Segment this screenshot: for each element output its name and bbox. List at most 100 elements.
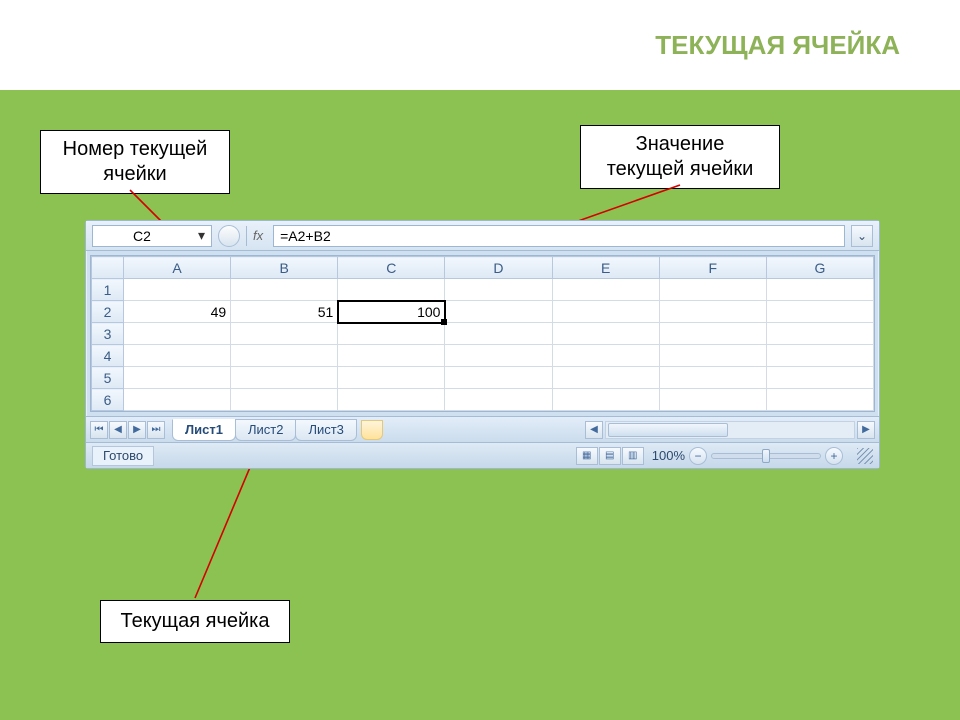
- sheet-tab-1[interactable]: Лист1: [172, 419, 236, 441]
- status-bar: Готово ▦ ▤ ▥ 100% − +: [86, 442, 879, 468]
- excel-window: C2 ▾ fx =A2+B2 ⌄ A B C D E F G 1: [85, 220, 880, 469]
- cell-F2[interactable]: [659, 301, 766, 323]
- row-header-4[interactable]: 4: [92, 345, 124, 367]
- zoom-controls: 100% − +: [652, 447, 843, 465]
- cell-B4[interactable]: [231, 345, 338, 367]
- cell-C3[interactable]: [338, 323, 445, 345]
- cell-E2[interactable]: [552, 301, 659, 323]
- cell-G3[interactable]: [766, 323, 873, 345]
- scroll-thumb[interactable]: [608, 423, 728, 437]
- cell-D3[interactable]: [445, 323, 552, 345]
- row-header-6[interactable]: 6: [92, 389, 124, 411]
- cell-E6[interactable]: [552, 389, 659, 411]
- formula-input[interactable]: =A2+B2: [273, 225, 845, 247]
- cell-B6[interactable]: [231, 389, 338, 411]
- cell-A4[interactable]: [124, 345, 231, 367]
- sheet-nav-buttons: ⏮ ◀ ▶ ⏭: [90, 421, 165, 439]
- cell-G1[interactable]: [766, 279, 873, 301]
- cell-A1[interactable]: [124, 279, 231, 301]
- cell-A5[interactable]: [124, 367, 231, 389]
- sheet-tab-2[interactable]: Лист2: [235, 419, 296, 441]
- name-box-value: C2: [133, 228, 151, 244]
- view-page-layout-icon[interactable]: ▤: [599, 447, 621, 465]
- sheet-tab-3[interactable]: Лист3: [295, 419, 356, 441]
- zoom-in-icon[interactable]: +: [825, 447, 843, 465]
- row-header-1[interactable]: 1: [92, 279, 124, 301]
- cell-F3[interactable]: [659, 323, 766, 345]
- spreadsheet-grid[interactable]: A B C D E F G 1 2 49 51: [90, 255, 875, 412]
- cell-G4[interactable]: [766, 345, 873, 367]
- cell-E4[interactable]: [552, 345, 659, 367]
- cell-E1[interactable]: [552, 279, 659, 301]
- cell-F1[interactable]: [659, 279, 766, 301]
- cancel-button[interactable]: [218, 225, 240, 247]
- cell-G6[interactable]: [766, 389, 873, 411]
- scroll-right-icon[interactable]: ▶: [857, 421, 875, 439]
- cell-B3[interactable]: [231, 323, 338, 345]
- cell-C4[interactable]: [338, 345, 445, 367]
- sheet-nav-next-icon[interactable]: ▶: [128, 421, 146, 439]
- col-header-B[interactable]: B: [231, 257, 338, 279]
- cell-E5[interactable]: [552, 367, 659, 389]
- expand-formula-bar-icon[interactable]: ⌄: [851, 225, 873, 247]
- cell-E3[interactable]: [552, 323, 659, 345]
- zoom-thumb[interactable]: [762, 449, 770, 463]
- cell-B2[interactable]: 51: [231, 301, 338, 323]
- cell-D5[interactable]: [445, 367, 552, 389]
- cell-D1[interactable]: [445, 279, 552, 301]
- separator: [246, 226, 247, 246]
- sheet-nav-first-icon[interactable]: ⏮: [90, 421, 108, 439]
- row-header-3[interactable]: 3: [92, 323, 124, 345]
- cell-C1[interactable]: [338, 279, 445, 301]
- zoom-level[interactable]: 100%: [652, 448, 685, 463]
- cell-D2[interactable]: [445, 301, 552, 323]
- col-header-E[interactable]: E: [552, 257, 659, 279]
- formula-text: =A2+B2: [280, 228, 331, 244]
- cell-D4[interactable]: [445, 345, 552, 367]
- view-buttons: ▦ ▤ ▥: [576, 447, 644, 465]
- callout-cell-value: Значение текущей ячейки: [580, 125, 780, 189]
- cell-B5[interactable]: [231, 367, 338, 389]
- cell-G2[interactable]: [766, 301, 873, 323]
- cell-F4[interactable]: [659, 345, 766, 367]
- row-header-2[interactable]: 2: [92, 301, 124, 323]
- col-header-C[interactable]: C: [338, 257, 445, 279]
- cell-F5[interactable]: [659, 367, 766, 389]
- cell-C5[interactable]: [338, 367, 445, 389]
- scroll-track[interactable]: [605, 421, 855, 439]
- col-header-F[interactable]: F: [659, 257, 766, 279]
- cell-A2[interactable]: 49: [124, 301, 231, 323]
- row-header-5[interactable]: 5: [92, 367, 124, 389]
- view-page-break-icon[interactable]: ▥: [622, 447, 644, 465]
- sheet-nav-prev-icon[interactable]: ◀: [109, 421, 127, 439]
- cell-A6[interactable]: [124, 389, 231, 411]
- status-text: Готово: [92, 446, 154, 466]
- col-header-D[interactable]: D: [445, 257, 552, 279]
- select-all-corner[interactable]: [92, 257, 124, 279]
- col-header-G[interactable]: G: [766, 257, 873, 279]
- zoom-slider[interactable]: [711, 453, 821, 459]
- cell-C6[interactable]: [338, 389, 445, 411]
- resize-grip-icon[interactable]: [857, 448, 873, 464]
- h-scrollbar[interactable]: ◀ ▶: [585, 420, 875, 440]
- sheet-nav-last-icon[interactable]: ⏭: [147, 421, 165, 439]
- cell-B1[interactable]: [231, 279, 338, 301]
- cell-D6[interactable]: [445, 389, 552, 411]
- sheet-tabs-row: ⏮ ◀ ▶ ⏭ Лист1 Лист2 Лист3 ◀ ▶: [86, 416, 879, 442]
- cell-A3[interactable]: [124, 323, 231, 345]
- cell-F6[interactable]: [659, 389, 766, 411]
- col-header-A[interactable]: A: [124, 257, 231, 279]
- view-normal-icon[interactable]: ▦: [576, 447, 598, 465]
- callout-current-cell: Текущая ячейка: [100, 600, 290, 643]
- fx-label[interactable]: fx: [253, 228, 267, 243]
- slide-header: ТЕКУЩАЯ ЯЧЕЙКА: [0, 0, 960, 90]
- zoom-out-icon[interactable]: −: [689, 447, 707, 465]
- dropdown-icon[interactable]: ▾: [198, 227, 205, 244]
- cell-C2[interactable]: 100: [338, 301, 445, 323]
- scroll-left-icon[interactable]: ◀: [585, 421, 603, 439]
- cell-G5[interactable]: [766, 367, 873, 389]
- name-box[interactable]: C2 ▾: [92, 225, 212, 247]
- formula-bar: C2 ▾ fx =A2+B2 ⌄: [86, 221, 879, 251]
- slide-title: ТЕКУЩАЯ ЯЧЕЙКА: [655, 30, 900, 61]
- new-sheet-button[interactable]: [361, 420, 383, 440]
